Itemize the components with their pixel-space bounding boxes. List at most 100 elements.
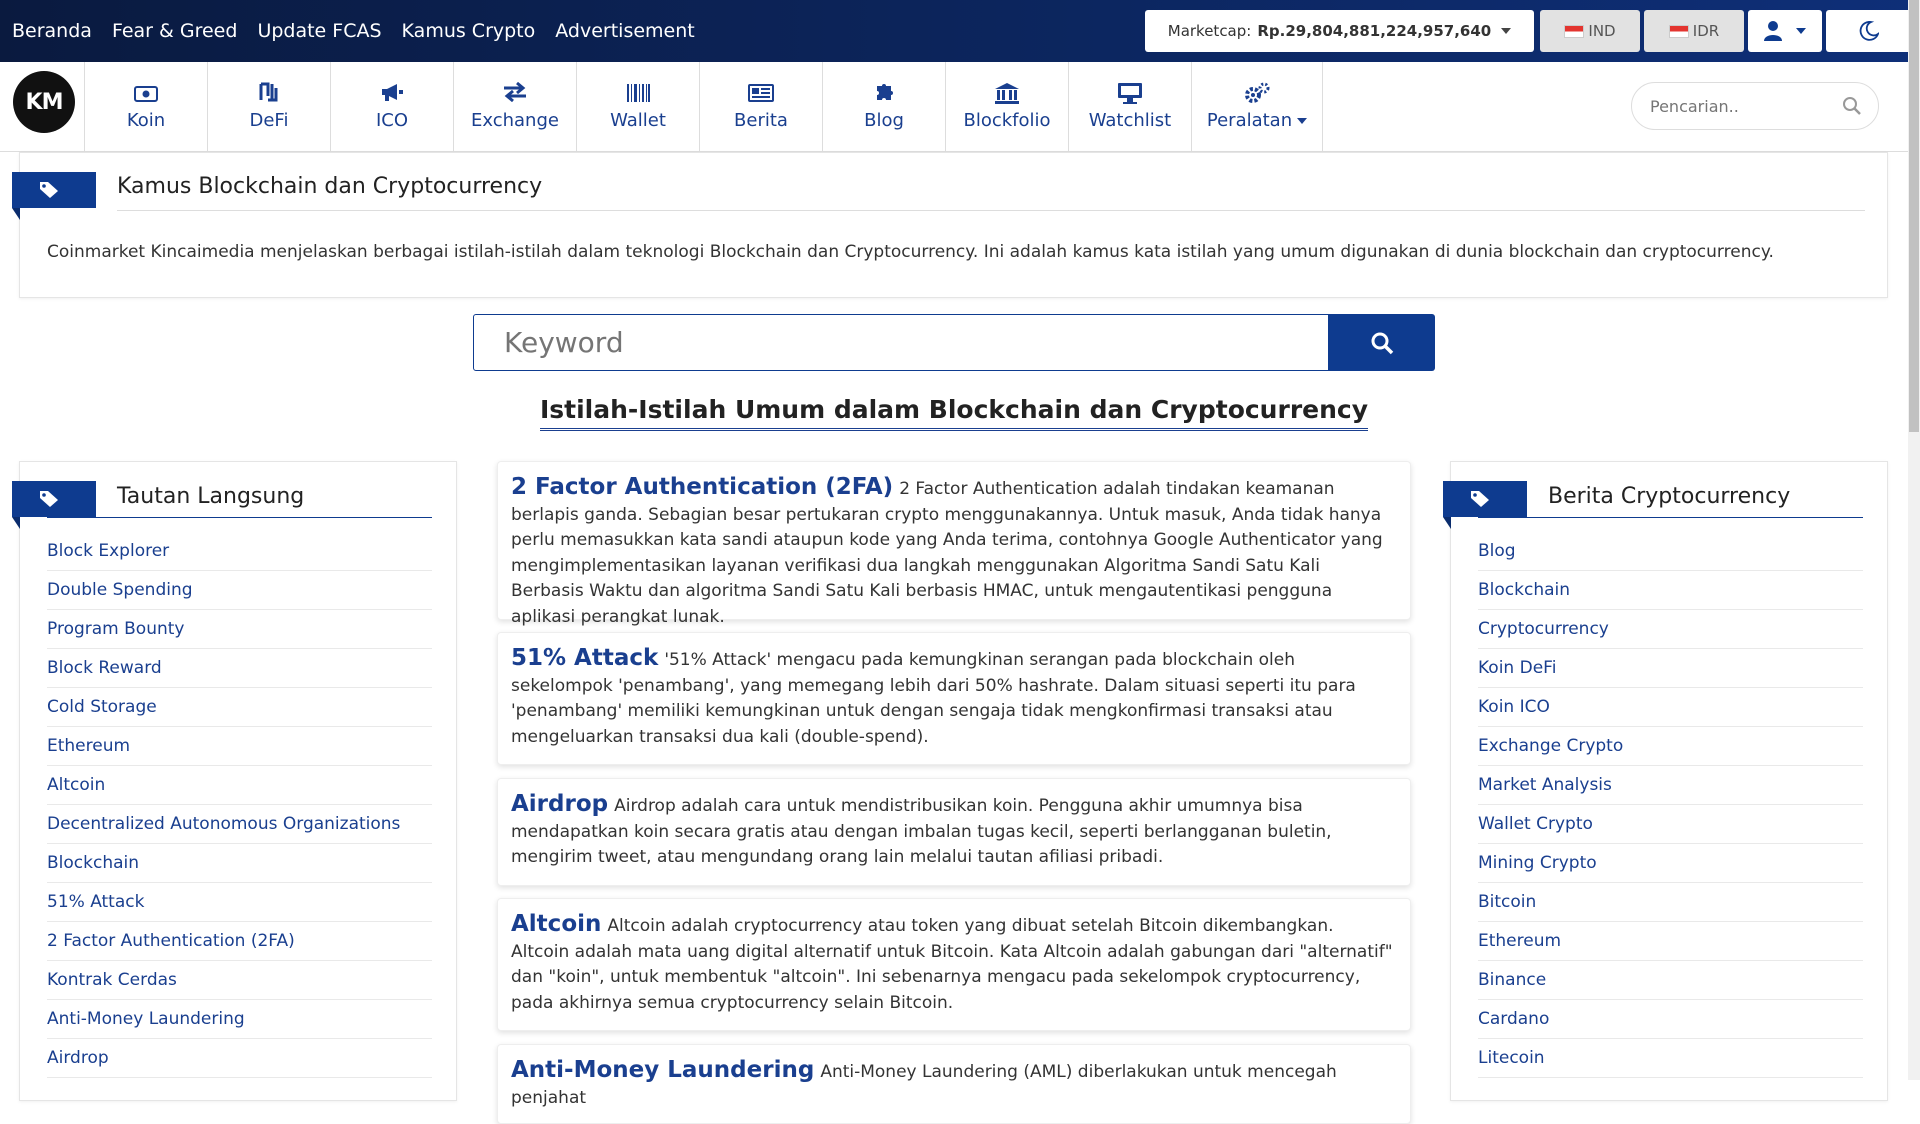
news-link[interactable]: Binance (1478, 961, 1863, 1000)
nav-berita-label: Berita (734, 110, 788, 131)
currency-label: IDR (1692, 22, 1720, 40)
site-search-input[interactable] (1648, 95, 1838, 117)
term-title[interactable]: 51% Attack (511, 645, 658, 671)
news-link[interactable]: Koin ICO (1478, 688, 1863, 727)
nav-wallet[interactable]: Wallet (576, 62, 699, 151)
quick-link[interactable]: 2 Factor Authentication (2FA) (47, 922, 432, 961)
page-title: Kamus Blockchain dan Cryptocurrency (117, 174, 543, 199)
top-nav-kamus-crypto[interactable]: Kamus Crypto (402, 20, 536, 42)
quick-link[interactable]: Blockchain (47, 844, 432, 883)
divider (1478, 517, 1863, 518)
quick-link[interactable]: Altcoin (47, 766, 432, 805)
top-nav-advertisement[interactable]: Advertisement (555, 20, 694, 42)
news-link[interactable]: Market Analysis (1478, 766, 1863, 805)
news-link[interactable]: Koin DeFi (1478, 649, 1863, 688)
term-card: Anti-Money Laundering Anti-Money Launderi… (497, 1044, 1411, 1124)
top-nav: Beranda Fear & Greed Update FCAS Kamus C… (12, 0, 695, 62)
chevron-down-icon (1501, 28, 1512, 34)
search-icon (1371, 332, 1393, 354)
tag-icon (1471, 491, 1489, 507)
news-link[interactable]: Bitcoin (1478, 883, 1863, 922)
quick-link[interactable]: Kontrak Cerdas (47, 961, 432, 1000)
news-link[interactable]: Mining Crypto (1478, 844, 1863, 883)
news-link[interactable]: Ethereum (1478, 922, 1863, 961)
divider (47, 517, 432, 518)
barcode-icon (626, 82, 650, 108)
nav-koin-label: Koin (126, 110, 166, 131)
puzzle-icon (873, 82, 895, 108)
nav-defi[interactable]: DeFi (207, 62, 330, 151)
language-button[interactable]: IND (1540, 10, 1640, 52)
quick-link[interactable]: 51% Attack (47, 883, 432, 922)
news-link[interactable]: Blockchain (1478, 571, 1863, 610)
keyword-search-button[interactable] (1328, 314, 1435, 371)
news-link[interactable]: Cryptocurrency (1478, 610, 1863, 649)
nav-ico[interactable]: ICO (330, 62, 453, 151)
quick-link[interactable]: Decentralized Autonomous Organizations (47, 805, 432, 844)
dark-mode-toggle[interactable] (1826, 10, 1912, 52)
nav-blog[interactable]: Blog (822, 62, 945, 151)
exchange-icon (502, 81, 528, 108)
top-nav-update-fcas[interactable]: Update FCAS (257, 20, 381, 42)
keyword-search-field (473, 314, 1329, 371)
nav-watchlist[interactable]: Watchlist (1068, 62, 1191, 151)
news-link[interactable]: Exchange Crypto (1478, 727, 1863, 766)
term-title[interactable]: Anti-Money Laundering (511, 1057, 814, 1083)
term-description: Altcoin adalah cryptocurrency atau token… (511, 916, 1393, 1013)
currency-button[interactable]: IDR (1644, 10, 1744, 52)
term-title[interactable]: Airdrop (511, 791, 608, 817)
user-menu-button[interactable] (1748, 10, 1822, 52)
crypto-news-title: Berita Cryptocurrency (1548, 484, 1791, 509)
search-icon[interactable] (1842, 96, 1862, 116)
marketcap-label: Marketcap: (1167, 22, 1252, 40)
term-description: Airdrop adalah cara untuk mendistribusik… (511, 796, 1332, 867)
tag-icon (40, 491, 58, 507)
marketcap-value: Rp.29,804,881,224,957,640 (1257, 22, 1492, 40)
nav-blockfolio-label: Blockfolio (963, 110, 1051, 131)
news-link[interactable]: Litecoin (1478, 1039, 1863, 1078)
news-link[interactable]: Blog (1478, 532, 1863, 571)
quick-link[interactable]: Anti-Money Laundering (47, 1000, 432, 1039)
quick-link[interactable]: Cold Storage (47, 688, 432, 727)
bank-icon (994, 82, 1020, 108)
nav-peralatan[interactable]: Peralatan (1191, 62, 1323, 151)
crypto-news-ribbon (1443, 481, 1527, 529)
marketcap-dropdown[interactable]: Marketcap: Rp.29,804,881,224,957,640 (1145, 10, 1534, 52)
nav-berita[interactable]: Berita (699, 62, 822, 151)
quick-link[interactable]: Double Spending (47, 571, 432, 610)
nav-exchange[interactable]: Exchange (453, 62, 576, 151)
nav-ico-label: ICO (375, 110, 409, 131)
indonesia-flag-icon (1668, 24, 1689, 38)
quick-link[interactable]: Block Explorer (47, 532, 432, 571)
chevron-down-icon (1297, 118, 1308, 124)
nav-blockfolio[interactable]: Blockfolio (945, 62, 1068, 151)
bullhorn-icon (380, 82, 404, 108)
news-link[interactable]: Cardano (1478, 1000, 1863, 1039)
quick-link[interactable]: Ethereum (47, 727, 432, 766)
nav-watchlist-label: Watchlist (1088, 110, 1172, 131)
site-logo[interactable]: KM (13, 71, 75, 133)
quick-link[interactable]: Program Bounty (47, 610, 432, 649)
divider (117, 210, 1865, 211)
top-nav-fear-greed[interactable]: Fear & Greed (112, 20, 238, 42)
term-title[interactable]: 2 Factor Authentication (2FA) (511, 474, 893, 500)
chevron-down-icon (1796, 28, 1806, 34)
quick-link[interactable]: Block Reward (47, 649, 432, 688)
nav-exchange-label: Exchange (471, 110, 559, 131)
term-title[interactable]: Altcoin (511, 911, 601, 937)
nav-koin[interactable]: Koin (84, 62, 207, 151)
scrollbar-thumb[interactable] (1909, 0, 1919, 432)
page-description: Coinmarket Kincaimedia menjelaskan berba… (47, 242, 1774, 262)
nav-wallet-label: Wallet (610, 110, 666, 131)
crypto-news-list: Blog Blockchain Cryptocurrency Koin DeFi… (1478, 532, 1863, 1078)
newspaper-icon (748, 82, 774, 108)
quick-links-list: Block Explorer Double Spending Program B… (47, 532, 432, 1078)
top-nav-beranda[interactable]: Beranda (12, 20, 92, 42)
news-link[interactable]: Wallet Crypto (1478, 805, 1863, 844)
quick-link[interactable]: Airdrop (47, 1039, 432, 1078)
site-search (1631, 82, 1879, 130)
section-title: Istilah-Istilah Umum dalam Blockchain da… (539, 395, 1369, 431)
keyword-input[interactable] (502, 325, 1282, 360)
dictionary-header-card: Kamus Blockchain dan Cryptocurrency Coin… (12, 152, 1888, 298)
crypto-news-card: Berita Cryptocurrency Blog Blockchain Cr… (1443, 461, 1888, 1101)
